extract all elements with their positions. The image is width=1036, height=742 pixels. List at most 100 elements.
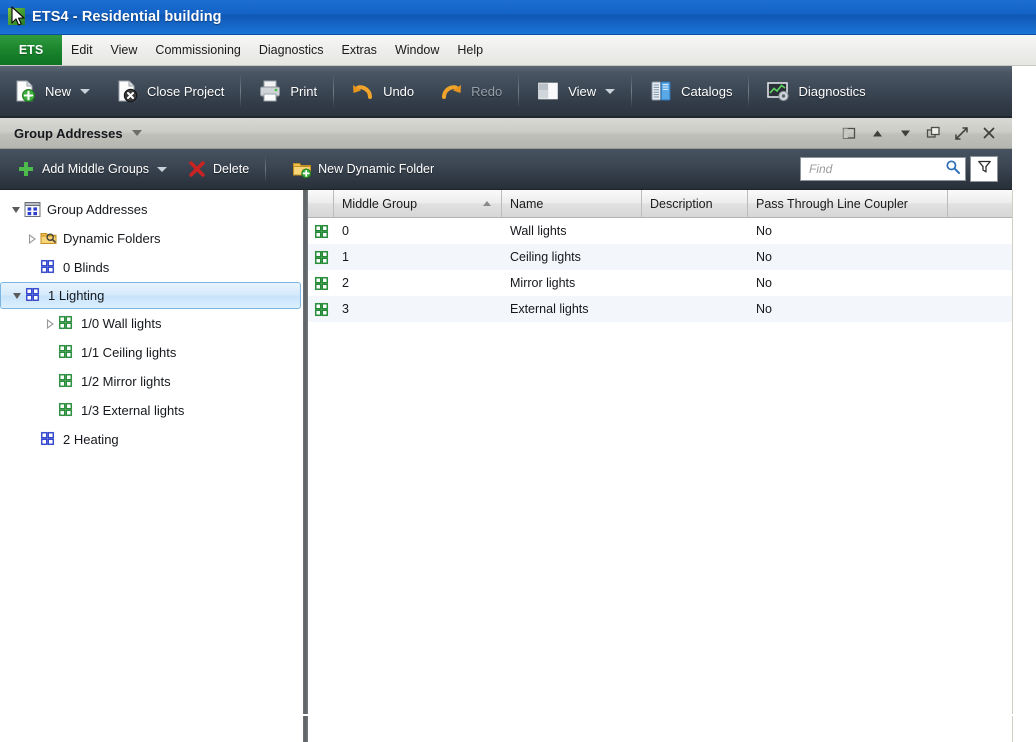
cell-pass-through: No (756, 276, 772, 290)
undo-button[interactable]: Undo (338, 66, 426, 116)
collapsed-twisty-icon[interactable] (24, 231, 40, 247)
action-separator (265, 155, 267, 183)
new-button-label: New (45, 83, 72, 99)
expanded-twisty-icon[interactable] (8, 202, 24, 218)
main-group-icon (40, 259, 58, 277)
tree-item-2-heating[interactable]: 2 Heating (0, 425, 303, 454)
main-group-icon (40, 431, 58, 449)
bottom-filler (0, 716, 1013, 742)
new-button[interactable]: New (0, 66, 102, 116)
maximize-expand-icon[interactable] (948, 122, 974, 144)
new-folder-icon (292, 159, 312, 179)
toolbar-separator (748, 74, 750, 108)
scroll-down-icon[interactable] (892, 122, 918, 144)
print-button[interactable]: Print (245, 66, 329, 116)
toolbar-separator (333, 74, 335, 108)
column-header-description[interactable]: Description (642, 190, 748, 217)
table-row[interactable]: 1 Ceiling lights No (308, 244, 1012, 270)
column-label: Middle Group (342, 196, 418, 211)
toolbar-separator (240, 74, 242, 108)
twisty-placeholder (42, 403, 58, 419)
tree-item-label: 1/0 Wall lights (81, 316, 162, 331)
undo-arrow-icon (350, 78, 376, 104)
chevron-down-icon[interactable] (80, 88, 91, 94)
middle-group-icon (58, 402, 76, 420)
menu-item-view[interactable]: View (102, 35, 147, 65)
column-header-name[interactable]: Name (502, 190, 642, 217)
menu-item-ets[interactable]: ETS (0, 35, 62, 65)
table-row[interactable]: 2 Mirror lights No (308, 270, 1012, 296)
sort-ascending-icon (483, 201, 491, 206)
menu-item-window[interactable]: Window (386, 35, 448, 65)
catalogs-button-label: Catalogs (681, 83, 733, 99)
twisty-placeholder (42, 345, 58, 361)
tree-item-dynamic-folders[interactable]: Dynamic Folders (0, 224, 303, 253)
column-header-gutter (308, 190, 334, 217)
column-header-filler (948, 190, 1012, 217)
close-project-button[interactable]: Close Project (102, 66, 236, 116)
search-placeholder: Find (809, 162, 833, 176)
cell-pass-through: No (756, 224, 772, 238)
close-document-icon (114, 78, 140, 104)
redo-button[interactable]: Redo (426, 66, 514, 116)
layout-view-icon (535, 78, 561, 104)
add-middle-groups-button[interactable]: Add Middle Groups (6, 149, 177, 189)
middle-group-icon (58, 373, 76, 391)
chevron-down-icon[interactable] (131, 130, 142, 136)
close-icon[interactable] (976, 122, 1002, 144)
chevron-down-icon[interactable] (605, 88, 616, 94)
new-dynamic-folder-button[interactable]: New Dynamic Folder (282, 149, 444, 189)
tree-item-group-addresses[interactable]: Group Addresses (0, 195, 303, 224)
toolbar-separator (518, 74, 520, 108)
catalogs-book-icon (648, 78, 674, 104)
tree-item-label: Group Addresses (47, 202, 148, 217)
catalogs-button[interactable]: Catalogs (636, 66, 744, 116)
column-header-pass-through-line-coupler[interactable]: Pass Through Line Coupler (748, 190, 948, 217)
close-project-label: Close Project (147, 83, 225, 99)
menu-item-commissioning[interactable]: Commissioning (146, 35, 249, 65)
view-button[interactable]: View (523, 66, 627, 116)
tree-item-1-lighting[interactable]: 1 Lighting (0, 282, 301, 309)
menu-item-help[interactable]: Help (448, 35, 492, 65)
redo-button-label: Redo (471, 83, 503, 99)
restore-window-icon[interactable] (920, 122, 946, 144)
cell-pass-through: No (756, 250, 772, 264)
middle-group-icon (308, 250, 334, 265)
tree-item-1-3-external-lights[interactable]: 1/3 External lights (0, 396, 303, 425)
expanded-twisty-icon[interactable] (9, 288, 25, 304)
cell-name: External lights (510, 302, 589, 316)
middle-group-icon (308, 276, 334, 291)
table-row[interactable]: 3 External lights No (308, 296, 1012, 322)
pane-splitter-extension (303, 716, 308, 742)
panel-title: Group Addresses (14, 125, 123, 141)
twisty-placeholder (24, 432, 40, 448)
cell-pass-through: No (756, 302, 772, 316)
tree-item-1-2-mirror-lights[interactable]: 1/2 Mirror lights (0, 367, 303, 396)
chevron-down-icon[interactable] (157, 166, 168, 172)
twisty-placeholder (42, 374, 58, 390)
collapsed-twisty-icon[interactable] (42, 316, 58, 332)
search-icon[interactable] (945, 159, 961, 180)
main-toolbar: New Close Project Print Undo Redo View C… (0, 66, 1012, 118)
title-bar: ETS4 - Residential building (0, 0, 1036, 35)
cell-name: Ceiling lights (510, 250, 581, 264)
printer-icon (257, 78, 283, 104)
filter-button[interactable] (970, 156, 998, 182)
menu-item-edit[interactable]: Edit (62, 35, 102, 65)
tree-item-1-0-wall-lights[interactable]: 1/0 Wall lights (0, 309, 303, 338)
diagnostics-button[interactable]: Diagnostics (753, 66, 877, 116)
cell-middle-group: 1 (342, 250, 349, 264)
column-header-middle-group[interactable]: Middle Group (334, 190, 502, 217)
delete-button[interactable]: Delete (177, 149, 259, 189)
scroll-up-icon[interactable] (864, 122, 890, 144)
tree-item-1-1-ceiling-lights[interactable]: 1/1 Ceiling lights (0, 338, 303, 367)
redo-arrow-icon (438, 78, 464, 104)
menu-item-diagnostics[interactable]: Diagnostics (250, 35, 333, 65)
menu-bar: ETS Edit View Commissioning Diagnostics … (0, 35, 1036, 66)
table-row[interactable]: 0 Wall lights No (308, 218, 1012, 244)
tree-item-0-blinds[interactable]: 0 Blinds (0, 253, 303, 282)
new-document-icon (12, 78, 38, 104)
menu-item-extras[interactable]: Extras (333, 35, 386, 65)
search-input[interactable]: Find (800, 157, 966, 181)
window-outline-icon[interactable] (836, 122, 862, 144)
